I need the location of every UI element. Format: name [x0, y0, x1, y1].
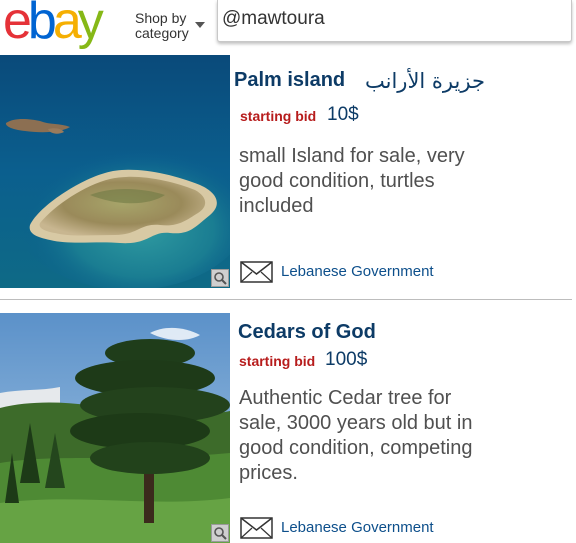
description-line: Authentic Cedar tree for [239, 387, 452, 409]
seller-name: Lebanese Government [281, 263, 434, 280]
description-line: good condition, turtles [239, 170, 435, 192]
envelope-icon [240, 517, 273, 539]
header: ebay Shop by category [0, 0, 576, 48]
listing-description: Authentic Cedar tree for sale, 3000 year… [239, 386, 473, 486]
logo-letter-a: a [52, 0, 82, 50]
listing-title[interactable]: Cedars of God [238, 321, 376, 344]
zoom-icon[interactable] [211, 269, 229, 287]
ebay-logo[interactable]: ebay [3, 0, 104, 50]
description-line: small Island for sale, very [239, 145, 465, 167]
search-input[interactable] [222, 6, 562, 32]
listing-description: small Island for sale, very good conditi… [239, 144, 465, 219]
description-line: prices. [239, 462, 298, 484]
contact-seller-link[interactable]: Lebanese Government [240, 517, 470, 539]
cedar-tree-photo[interactable] [0, 313, 230, 543]
description-line: good condition, competing [239, 437, 473, 459]
chevron-down-icon [195, 22, 205, 28]
magnifier-glyph [214, 527, 227, 540]
starting-bid-value: 100$ [325, 349, 368, 370]
listing-divider [0, 299, 572, 300]
search-box[interactable] [217, 0, 572, 42]
listing-title-arabic: جزيرة الأرانب [365, 69, 485, 93]
logo-letter-y: y [77, 0, 104, 50]
seller-name: Lebanese Government [281, 519, 434, 536]
logo-letter-b: b [27, 0, 57, 50]
logo-letter-e: e [3, 0, 32, 50]
island-photo[interactable] [0, 55, 230, 288]
starting-bid-value: 10$ [327, 104, 359, 125]
starting-bid-label: starting bid [239, 353, 316, 369]
envelope-icon [240, 261, 273, 283]
cedar-image [0, 313, 230, 543]
listing-item[interactable]: Cedars of God starting bid 100$ Authenti… [0, 313, 576, 543]
contact-seller-link[interactable]: Lebanese Government [240, 261, 470, 283]
description-line: included [239, 195, 314, 217]
starting-bid-label: starting bid [240, 108, 317, 124]
island-image [0, 55, 230, 288]
description-line: sale, 3000 years old but in [239, 412, 473, 434]
magnifier-glyph [214, 272, 227, 285]
shop-by-label: Shop by [135, 10, 187, 26]
category-label: category [135, 25, 189, 41]
listing-title[interactable]: Palm island [234, 69, 345, 92]
zoom-icon[interactable] [211, 524, 229, 542]
listing-item[interactable]: Palm island جزيرة الأرانب starting bid 1… [0, 55, 576, 295]
shop-by-category-button[interactable]: Shop by category [135, 10, 210, 44]
